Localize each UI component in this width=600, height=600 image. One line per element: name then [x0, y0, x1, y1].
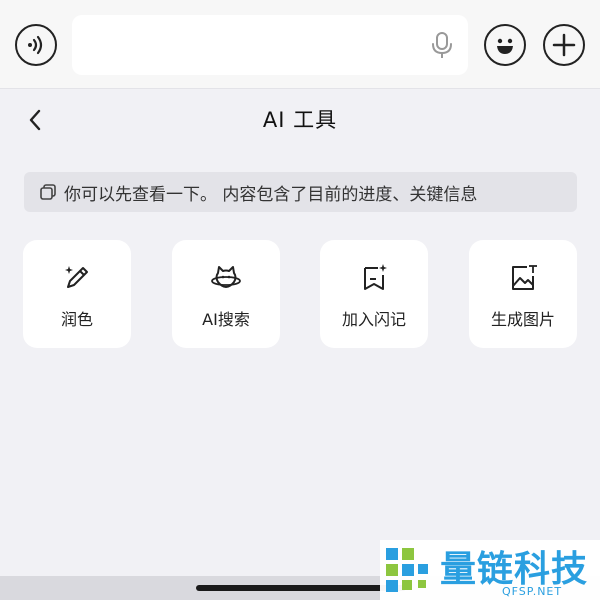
- home-indicator[interactable]: [196, 585, 406, 591]
- copy-icon: [40, 184, 56, 200]
- tool-polish-button[interactable]: 润色: [23, 240, 131, 348]
- emoji-button[interactable]: [484, 24, 526, 66]
- page-title: AI 工具: [262, 108, 338, 132]
- tool-label: 加入闪记: [341, 310, 406, 329]
- tool-label: 润色: [60, 310, 93, 329]
- watermark: 量链科技 QFSP.NET: [380, 540, 600, 600]
- watermark-url: QFSP.NET: [502, 585, 563, 598]
- smiley-icon: [497, 38, 513, 54]
- divider: [0, 88, 600, 89]
- plus-icon: [552, 33, 576, 57]
- add-button[interactable]: [543, 24, 585, 66]
- microphone-icon[interactable]: [430, 31, 454, 59]
- tool-label: AI搜索: [202, 310, 250, 329]
- bookmark-sparkle-icon: [364, 264, 387, 290]
- quoted-text-bar[interactable]: 你可以先查看一下。 内容包含了目前的进度、关键信息: [24, 172, 577, 212]
- input-bar: [0, 0, 600, 88]
- message-input[interactable]: [72, 15, 468, 75]
- brand-logo-icon: [386, 548, 428, 592]
- voice-input-button[interactable]: [15, 24, 57, 66]
- voice-wave-icon: [28, 35, 43, 55]
- tool-label: 生成图片: [490, 310, 555, 329]
- tool-add-flash-note-button[interactable]: 加入闪记: [320, 240, 428, 348]
- magic-pen-icon: [65, 266, 88, 288]
- image-text-icon: [512, 265, 537, 290]
- quoted-text: 你可以先查看一下。 内容包含了目前的进度、关键信息: [64, 184, 478, 205]
- ai-planet-icon: [211, 266, 241, 288]
- tool-generate-image-button[interactable]: 生成图片: [469, 240, 577, 348]
- tool-ai-search-button[interactable]: AI搜索: [172, 240, 280, 348]
